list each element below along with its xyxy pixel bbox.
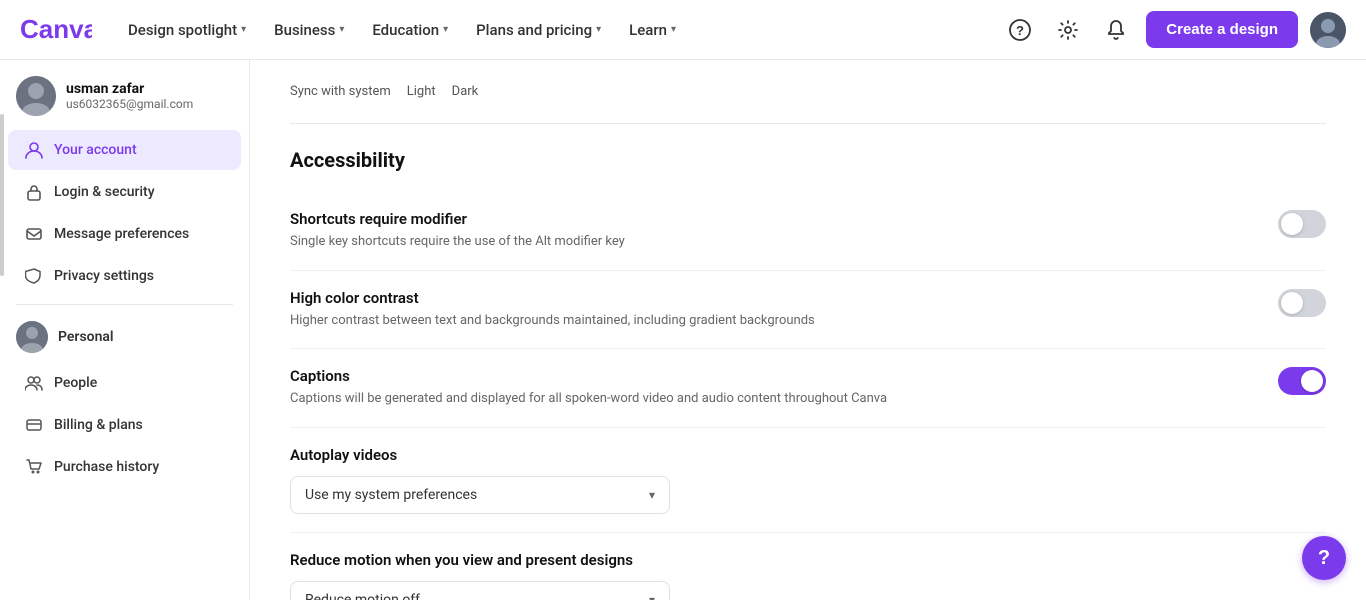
reduce-motion-dropdown[interactable]: Reduce motion off ▾ (290, 581, 670, 600)
setting-shortcuts-modifier: Shortcuts require modifier Single key sh… (290, 192, 1326, 271)
sidebar-item-label: Billing & plans (54, 417, 143, 433)
dropdown-value: Reduce motion off (305, 592, 420, 600)
shield-icon (24, 266, 44, 286)
sidebar-divider (16, 304, 233, 305)
chevron-down-icon: ▾ (443, 24, 448, 35)
sidebar-scrollbar[interactable] (0, 114, 4, 276)
setting-title: Captions (290, 367, 1238, 385)
sidebar-item-label: Privacy settings (54, 268, 154, 284)
people-icon (24, 373, 44, 393)
help-button[interactable]: ? (1302, 536, 1346, 580)
chevron-down-icon: ▾ (241, 24, 246, 35)
lock-icon (24, 182, 44, 202)
sidebar-item-label: Message preferences (54, 226, 189, 242)
setting-desc: Captions will be generated and displayed… (290, 389, 1238, 409)
sidebar: usman zafar us6032365@gmail.com Your acc… (0, 60, 250, 600)
chevron-down-icon: ▾ (649, 488, 655, 502)
chevron-down-icon: ▾ (339, 24, 344, 35)
setting-autoplay-videos: Autoplay videos Use my system preference… (290, 428, 1326, 533)
sidebar-item-people[interactable]: People (8, 363, 241, 403)
toggle-thumb (1281, 213, 1303, 235)
nav-design-spotlight[interactable]: Design spotlight ▾ (116, 13, 258, 47)
sidebar-item-purchase-history[interactable]: Purchase history (8, 447, 241, 487)
cart-icon (24, 457, 44, 477)
sidebar-item-your-account[interactable]: Your account (8, 130, 241, 170)
accessibility-heading: Accessibility (290, 148, 1326, 172)
nav-learn[interactable]: Learn ▾ (617, 13, 688, 47)
personal-avatar (16, 321, 48, 353)
setting-desc: Single key shortcuts require the use of … (290, 232, 1238, 252)
personal-label: Personal (58, 329, 114, 345)
sidebar-personal-header: Personal (0, 313, 249, 361)
nav-plans-pricing[interactable]: Plans and pricing ▾ (464, 13, 613, 47)
sidebar-user-email: us6032365@gmail.com (66, 97, 193, 111)
nav-items: Design spotlight ▾ Business ▾ Education … (116, 13, 994, 47)
person-icon (24, 140, 44, 160)
sidebar-item-label: Purchase history (54, 459, 159, 475)
sidebar-username: usman zafar (66, 81, 193, 97)
theme-dark[interactable]: Dark (452, 84, 479, 99)
setting-title: Autoplay videos (290, 446, 1286, 464)
sidebar-item-login-security[interactable]: Login & security (8, 172, 241, 212)
sidebar-item-message-preferences[interactable]: Message preferences (8, 214, 241, 254)
svg-text:Canva: Canva (20, 16, 92, 44)
card-icon (24, 415, 44, 435)
autoplay-videos-dropdown[interactable]: Use my system preferences ▾ (290, 476, 670, 514)
theme-options-row: Sync with system Light Dark (290, 84, 1326, 124)
top-navigation: Canva Design spotlight ▾ Business ▾ Educ… (0, 0, 1366, 60)
setting-high-color-contrast: High color contrast Higher contrast betw… (290, 271, 1326, 350)
sidebar-avatar (16, 76, 56, 116)
sidebar-item-billing-plans[interactable]: Billing & plans (8, 405, 241, 445)
notifications-icon-button[interactable] (1098, 12, 1134, 48)
main-body: usman zafar us6032365@gmail.com Your acc… (0, 60, 1366, 600)
dropdown-value: Use my system preferences (305, 487, 477, 503)
sidebar-user-info: usman zafar us6032365@gmail.com (0, 60, 249, 128)
sidebar-item-label: People (54, 375, 97, 391)
user-avatar[interactable] (1310, 12, 1346, 48)
theme-sync-system[interactable]: Sync with system (290, 84, 391, 99)
setting-title: Reduce motion when you view and present … (290, 551, 1286, 569)
sidebar-item-privacy-settings[interactable]: Privacy settings (8, 256, 241, 296)
setting-captions: Captions Captions will be generated and … (290, 349, 1326, 428)
captions-toggle[interactable]: ✓ (1278, 367, 1326, 395)
settings-icon-button[interactable] (1050, 12, 1086, 48)
theme-light[interactable]: Light (407, 84, 436, 99)
chevron-down-icon: ▾ (649, 593, 655, 600)
canva-logo[interactable]: Canva (20, 16, 92, 44)
sidebar-item-label: Login & security (54, 184, 155, 200)
toggle-thumb (1281, 292, 1303, 314)
nav-education[interactable]: Education ▾ (360, 13, 460, 47)
help-icon-button[interactable]: ? (1002, 12, 1038, 48)
shortcuts-modifier-toggle[interactable] (1278, 210, 1326, 238)
setting-reduce-motion: Reduce motion when you view and present … (290, 533, 1326, 600)
high-color-contrast-toggle[interactable] (1278, 289, 1326, 317)
nav-business[interactable]: Business ▾ (262, 13, 356, 47)
mail-icon (24, 224, 44, 244)
setting-title: High color contrast (290, 289, 1238, 307)
chevron-down-icon: ▾ (596, 24, 601, 35)
create-design-button[interactable]: Create a design (1146, 11, 1298, 48)
main-content: Sync with system Light Dark Accessibilit… (250, 60, 1366, 600)
svg-text:?: ? (1016, 23, 1024, 38)
setting-desc: Higher contrast between text and backgro… (290, 311, 1238, 331)
chevron-down-icon: ▾ (671, 24, 676, 35)
checkmark-icon: ✓ (1304, 373, 1313, 386)
topnav-right: ? Create a design (1002, 11, 1346, 48)
sidebar-item-label: Your account (54, 142, 137, 158)
setting-title: Shortcuts require modifier (290, 210, 1238, 228)
